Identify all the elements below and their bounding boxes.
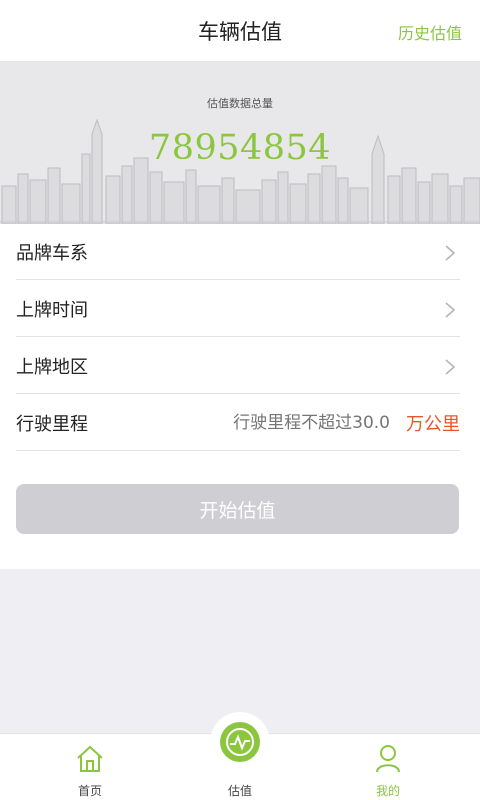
registration-region-row[interactable]: 上牌地区 — [16, 338, 460, 394]
valuation-total-label: 估值数据总量 — [207, 97, 273, 110]
mileage-unit: 万公里 — [406, 413, 460, 435]
page-title: 车辆估值 — [198, 19, 282, 44]
mileage-input[interactable] — [200, 412, 390, 433]
valuation-center-button[interactable] — [220, 722, 260, 762]
brand-series-row[interactable]: 品牌车系 — [16, 224, 460, 280]
chevron-right-icon — [445, 359, 456, 375]
pulse-icon — [226, 728, 254, 756]
brand-series-label: 品牌车系 — [16, 242, 88, 264]
tab-mine-label: 我的 — [375, 784, 400, 798]
user-icon — [376, 745, 400, 773]
valuation-banner: 估值数据总量 78954854 — [0, 62, 480, 224]
home-icon — [77, 745, 103, 772]
start-valuation-button[interactable]: 开始估值 — [16, 484, 459, 534]
mileage-label: 行驶里程 — [16, 413, 88, 435]
tab-valuation-label: 估值 — [227, 784, 252, 798]
mileage-row: 行驶里程 万公里 — [16, 395, 460, 451]
top-header: 车辆估值 历史估值 — [0, 0, 480, 62]
chevron-right-icon — [445, 302, 456, 318]
valuation-total-count: 78954854 — [148, 128, 332, 168]
registration-time-row[interactable]: 上牌时间 — [16, 281, 460, 337]
tab-home-label: 首页 — [77, 784, 102, 798]
tab-home[interactable]: 首页 — [30, 734, 150, 800]
registration-region-label: 上牌地区 — [16, 356, 88, 378]
history-valuation-link[interactable]: 历史估值 — [398, 20, 462, 44]
chevron-right-icon — [445, 245, 456, 261]
valuation-form: 品牌车系 上牌时间 上牌地区 行驶里程 万公里 开始估值 — [0, 224, 480, 569]
tab-mine[interactable]: 我的 — [328, 734, 448, 800]
registration-time-label: 上牌时间 — [16, 299, 88, 321]
